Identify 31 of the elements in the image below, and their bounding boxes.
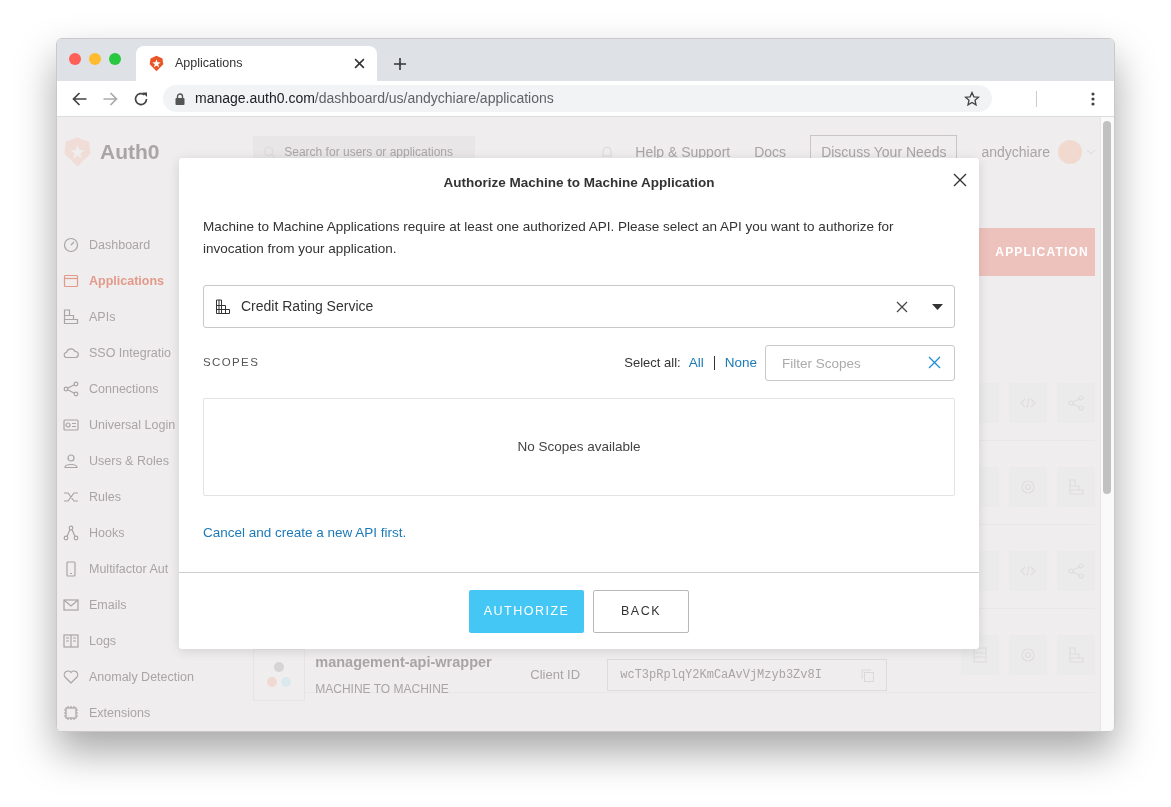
tab-title: Applications	[175, 55, 244, 73]
sidebar-item[interactable]: Multifactor Aut	[63, 551, 230, 587]
address-bar[interactable]: manage.auth0.com/dashboard/us/andychiare/applications	[163, 85, 992, 112]
select-link[interactable]: All	[688, 352, 704, 374]
authorize-button[interactable]: AUTHORIZE	[469, 589, 584, 633]
application-type: MACHINE TO MACHINE	[315, 680, 450, 698]
client-id-label: Client ID	[530, 666, 582, 685]
select-link[interactable]: None	[724, 352, 757, 374]
logo-text: Auth0	[100, 139, 160, 166]
url-text: manage.auth0.com/dashboard/us/andychiare/applications	[195, 89, 555, 108]
browser-tab[interactable]: Applications	[136, 46, 377, 81]
sidebar-item[interactable]: Connections	[63, 371, 230, 407]
username[interactable]: andychiare	[981, 141, 1050, 163]
sidebar-item[interactable]: Logs	[63, 623, 230, 659]
client-id-field[interactable]: wcT3pRplqY2KmCaAvVjMzyb3Zv8I	[607, 659, 888, 691]
modal-description: Machine to Machine Applications require at least one authorized API. Please select an API you want to authorize for invocation from your application.	[203, 218, 895, 258]
empty-message: No Scopes available	[517, 437, 641, 456]
cancel-link[interactable]: Cancel and create a new API first.	[203, 525, 407, 540]
select-all-label: Select all:	[624, 354, 681, 373]
modal-title: Authorize Machine to Machine Application	[443, 173, 715, 192]
sidebar-item[interactable]: Rules	[63, 479, 230, 515]
sidebar-item[interactable]: Emails	[63, 587, 230, 623]
scopes-label: SCOPES	[203, 355, 261, 371]
sidebar-item[interactable]: Extensions	[63, 695, 230, 731]
application-name[interactable]: management-api-wrapper	[315, 652, 531, 674]
api-select[interactable]: Credit Rating Service	[203, 285, 955, 328]
sidebar-item[interactable]: Users & Roles	[63, 443, 230, 479]
sidebar-item[interactable]: Universal Login	[63, 407, 230, 443]
back-button[interactable]: BACK	[593, 589, 689, 633]
sidebar-item[interactable]: Anomaly Detection	[63, 659, 230, 695]
filter-field[interactable]: Filter Scopes	[765, 345, 955, 381]
